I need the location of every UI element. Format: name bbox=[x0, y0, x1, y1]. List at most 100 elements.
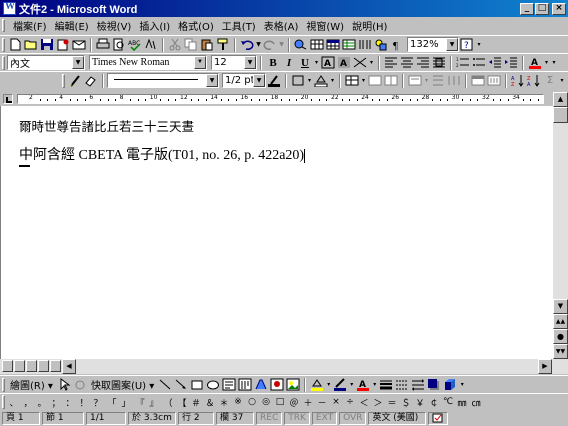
chevron-down-icon[interactable]: ▼ bbox=[194, 56, 206, 69]
symbol-button[interactable]: ＃ bbox=[189, 396, 203, 409]
line-color-icon[interactable] bbox=[332, 377, 348, 392]
zoom-select[interactable]: 132% ▼ bbox=[407, 37, 459, 52]
toolbar-options-icon[interactable]: ▾ bbox=[550, 55, 558, 70]
minimize-button[interactable]: _ bbox=[520, 2, 534, 15]
symbol-button[interactable]: 『 bbox=[133, 396, 147, 409]
status-line[interactable]: 行 2 bbox=[178, 411, 214, 425]
bullets-icon[interactable] bbox=[471, 55, 487, 70]
document-line-2[interactable]: 中阿含經 CBETA 電子版(T01, no. 26, p. 422a20) bbox=[19, 144, 306, 164]
chevron-down-icon[interactable]: ▼ bbox=[446, 38, 458, 51]
font-size-select[interactable]: 12 ▼ bbox=[211, 55, 257, 70]
symbol-button[interactable]: ＜ bbox=[357, 396, 371, 409]
line-style-select[interactable]: ▼ bbox=[107, 73, 219, 88]
symbol-button[interactable]: ， bbox=[21, 396, 35, 409]
scroll-up-button[interactable]: ▲ bbox=[553, 92, 568, 107]
redo-dropdown-icon[interactable]: ▼ bbox=[278, 37, 285, 52]
save-icon[interactable] bbox=[39, 37, 55, 52]
rectangle-icon[interactable] bbox=[189, 377, 205, 392]
scroll-down-button[interactable]: ▼ bbox=[553, 299, 568, 314]
toolbar-grip[interactable] bbox=[2, 37, 5, 52]
outline-view-button[interactable] bbox=[38, 360, 49, 372]
toolbar-options-icon[interactable]: ▾ bbox=[558, 73, 566, 88]
insert-table-dropdown-icon[interactable]: ▾ bbox=[360, 73, 367, 88]
browse-object-button[interactable]: ● bbox=[553, 329, 568, 344]
print-icon[interactable] bbox=[95, 37, 111, 52]
style-select[interactable]: 內文 ▼ bbox=[7, 55, 85, 70]
arrow-icon[interactable] bbox=[173, 377, 189, 392]
sort-descending-icon[interactable]: ZA bbox=[526, 73, 542, 88]
decrease-indent-icon[interactable] bbox=[487, 55, 503, 70]
next-page-button[interactable]: ▼▼ bbox=[553, 344, 568, 359]
toolbar-grip[interactable] bbox=[2, 55, 5, 70]
copy-icon[interactable] bbox=[183, 37, 199, 52]
toolbar-overflow-icon[interactable]: ▾ bbox=[368, 55, 375, 70]
bold-icon[interactable]: B bbox=[265, 55, 281, 70]
line-icon[interactable] bbox=[157, 377, 173, 392]
diagram-icon[interactable] bbox=[269, 377, 285, 392]
toolbar-options-icon[interactable]: ▾ bbox=[475, 37, 483, 52]
toolbar-grip[interactable] bbox=[2, 377, 5, 392]
symbol-button[interactable]: ※ bbox=[231, 397, 245, 407]
menu-tools[interactable]: 工具(T) bbox=[218, 18, 260, 33]
align-center-icon[interactable] bbox=[399, 55, 415, 70]
symbol-button[interactable]: 、 bbox=[7, 396, 21, 409]
status-position[interactable]: 於 3.3cm bbox=[128, 411, 176, 425]
spelling-status-icon[interactable] bbox=[428, 411, 449, 425]
align-cell-dropdown-icon[interactable]: ▾ bbox=[423, 73, 430, 88]
menu-edit[interactable]: 編輯(E) bbox=[51, 18, 93, 33]
insert-table-icon[interactable] bbox=[325, 37, 341, 52]
print-layout-view-button[interactable] bbox=[26, 360, 37, 372]
ruler-strip[interactable]: 2 4 6 8 10 12 14 16 18 20 22 24 26 28 30 32 34 bbox=[17, 94, 544, 104]
undo-dropdown-icon[interactable]: ▼ bbox=[255, 37, 262, 52]
document-line-text[interactable]: 中阿含經 CBETA 電子版(T01, no. 26, p. 422a20) bbox=[19, 148, 304, 163]
char-border-icon[interactable]: A bbox=[320, 55, 336, 70]
distribute-columns-icon[interactable] bbox=[446, 73, 462, 88]
chevron-down-icon[interactable]: ▼ bbox=[72, 56, 84, 69]
symbol-button[interactable]: ○ bbox=[245, 397, 259, 407]
symbol-button[interactable]: ＞ bbox=[371, 396, 385, 409]
horizontal-ruler[interactable]: 2 4 6 8 10 12 14 16 18 20 22 24 26 28 30 32 34 bbox=[0, 92, 568, 106]
symbol-button[interactable]: 」 bbox=[119, 396, 133, 409]
line-weight-select[interactable]: 1/2 pt ▼ bbox=[222, 73, 266, 88]
status-page[interactable]: 頁 1 bbox=[2, 411, 40, 425]
symbol-button[interactable]: ！ bbox=[77, 396, 91, 409]
wordart-icon[interactable] bbox=[253, 377, 269, 392]
document-page[interactable]: 爾時世尊告諸比丘若三十三天晝 中阿含經 CBETA 電子版(T01, no. 2… bbox=[0, 106, 553, 359]
undo-icon[interactable] bbox=[239, 37, 255, 52]
drawing-icon[interactable] bbox=[373, 37, 389, 52]
symbol-button[interactable]: ＝ bbox=[385, 396, 399, 409]
justify-icon[interactable] bbox=[431, 55, 447, 70]
symbol-button[interactable]: ＊ bbox=[217, 396, 231, 409]
open-folder-icon[interactable] bbox=[23, 37, 39, 52]
normal-view-button[interactable] bbox=[2, 360, 13, 372]
vertical-scroll-thumb[interactable] bbox=[553, 107, 568, 123]
symbol-button[interactable]: （ bbox=[161, 396, 175, 409]
underline-icon[interactable]: U bbox=[297, 55, 313, 70]
distribute-rows-icon[interactable] bbox=[430, 73, 446, 88]
3d-style-icon[interactable] bbox=[442, 377, 458, 392]
toolbar-grip[interactable] bbox=[2, 395, 5, 409]
underline-dropdown-icon[interactable]: ▾ bbox=[313, 55, 320, 70]
chevron-down-icon[interactable]: ▼ bbox=[244, 56, 256, 69]
line-style-icon[interactable] bbox=[378, 377, 394, 392]
status-rec[interactable]: REC bbox=[256, 411, 283, 425]
increase-indent-icon[interactable] bbox=[503, 55, 519, 70]
reading-view-button[interactable] bbox=[50, 360, 61, 372]
hyperlink-icon[interactable] bbox=[293, 37, 309, 52]
font-color-dropdown-icon[interactable]: ▾ bbox=[543, 55, 550, 70]
autosum-icon[interactable]: Σ bbox=[542, 73, 558, 88]
symbol-button[interactable]: ◎ bbox=[259, 397, 273, 407]
help-icon[interactable]: ? bbox=[459, 37, 475, 52]
char-scaling-icon[interactable] bbox=[352, 55, 368, 70]
fill-color-icon[interactable] bbox=[309, 377, 325, 392]
symbol-button[interactable]: × bbox=[329, 397, 343, 407]
eraser-icon[interactable] bbox=[83, 73, 99, 88]
horizontal-scrollbar[interactable]: ◀ ▶ bbox=[0, 359, 568, 374]
draw-font-color-dropdown-icon[interactable]: ▾ bbox=[371, 377, 378, 392]
numbering-icon[interactable]: 12 bbox=[455, 55, 471, 70]
status-language[interactable]: 英文 (美國) bbox=[368, 411, 427, 425]
permission-icon[interactable] bbox=[55, 37, 71, 52]
symbol-button[interactable]: □ bbox=[273, 397, 287, 407]
status-column[interactable]: 欄 37 bbox=[216, 411, 254, 425]
char-shading-icon[interactable]: A bbox=[336, 55, 352, 70]
